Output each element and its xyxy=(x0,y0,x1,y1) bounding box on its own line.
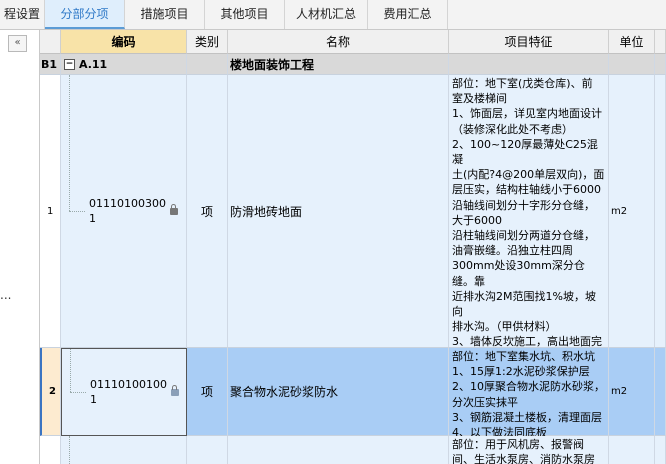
header-code[interactable]: 编码 xyxy=(61,30,187,54)
group-features-cell xyxy=(449,54,609,75)
header-features[interactable]: 项目特征 xyxy=(449,30,609,54)
collapse-group-icon[interactable]: − xyxy=(64,58,75,70)
header-unit[interactable]: 单位 xyxy=(609,30,655,54)
name-cell[interactable]: 防滑地砖地面 xyxy=(228,75,449,348)
code-cell[interactable]: 01110100300 1 xyxy=(61,75,187,348)
group-category-cell xyxy=(187,54,228,75)
bill-items-grid: 编码 类别 名称 项目特征 单位 B1 − A.11 楼地面装饰工程 1 011… xyxy=(40,30,666,464)
tab-sub-items[interactable]: 分部分项 xyxy=(45,0,125,29)
unit-cell[interactable]: m2 xyxy=(609,75,655,348)
category-cell[interactable]: 项 xyxy=(187,75,228,348)
more-ellipsis[interactable]: ... xyxy=(0,288,11,302)
header-extra xyxy=(655,30,666,54)
row-number xyxy=(40,436,61,464)
code-cell[interactable] xyxy=(61,436,187,464)
group-row-number: B1 xyxy=(40,54,61,75)
unit-cell[interactable] xyxy=(609,436,655,464)
tab-other-items[interactable]: 其他项目 xyxy=(205,0,285,29)
header-corner xyxy=(40,30,61,54)
code-value: 01110100300 1 xyxy=(89,197,166,225)
group-unit-cell xyxy=(609,54,655,75)
name-cell[interactable] xyxy=(228,436,449,464)
tab-measures[interactable]: 措施项目 xyxy=(125,0,205,29)
left-panel: « ... xyxy=(0,30,40,464)
code-cell[interactable]: 01110100100 1 xyxy=(61,348,187,436)
group-code-cell[interactable]: − A.11 xyxy=(61,54,187,75)
category-cell[interactable] xyxy=(187,436,228,464)
collapse-panel-button[interactable]: « xyxy=(8,35,27,52)
tab-cost-summary[interactable]: 费用汇总 xyxy=(368,0,448,29)
row-number: 2 xyxy=(40,348,61,436)
features-cell[interactable]: 部位：用于风机房、报警阀 间、生活水泵房、消防水泵房 xyxy=(449,436,609,464)
group-extra-cell xyxy=(655,54,666,75)
header-name[interactable]: 名称 xyxy=(228,30,449,54)
name-cell[interactable]: 聚合物水泥砂浆防水 xyxy=(228,348,449,436)
group-name-cell: 楼地面装饰工程 xyxy=(228,54,449,75)
category-cell[interactable]: 项 xyxy=(187,348,228,436)
header-category[interactable]: 类别 xyxy=(187,30,228,54)
extra-cell xyxy=(655,348,666,436)
tab-labor-material-summary[interactable]: 人材机汇总 xyxy=(285,0,368,29)
extra-cell xyxy=(655,75,666,348)
tab-project-settings[interactable]: 程设置 xyxy=(0,0,45,29)
double-chevron-left-icon: « xyxy=(14,37,21,48)
unit-cell[interactable]: m2 xyxy=(609,348,655,436)
features-cell[interactable]: 部位：地下室集水坑、积水坑 1、15厚1:2水泥砂浆保护层 2、10厚聚合物水泥… xyxy=(449,348,609,439)
group-code: A.11 xyxy=(79,57,108,71)
row-number: 1 xyxy=(40,75,61,348)
tab-bar: 程设置 分部分项 措施项目 其他项目 人材机汇总 费用汇总 xyxy=(0,0,666,30)
features-cell[interactable]: 部位：地下室(戊类仓库)、前 室及楼梯间 1、饰面层，详见室内地面设计 （装修深… xyxy=(449,75,609,424)
code-value: 01110100100 1 xyxy=(90,378,167,406)
lock-icon xyxy=(170,384,179,396)
lock-icon xyxy=(169,203,178,215)
extra-cell xyxy=(655,436,666,464)
